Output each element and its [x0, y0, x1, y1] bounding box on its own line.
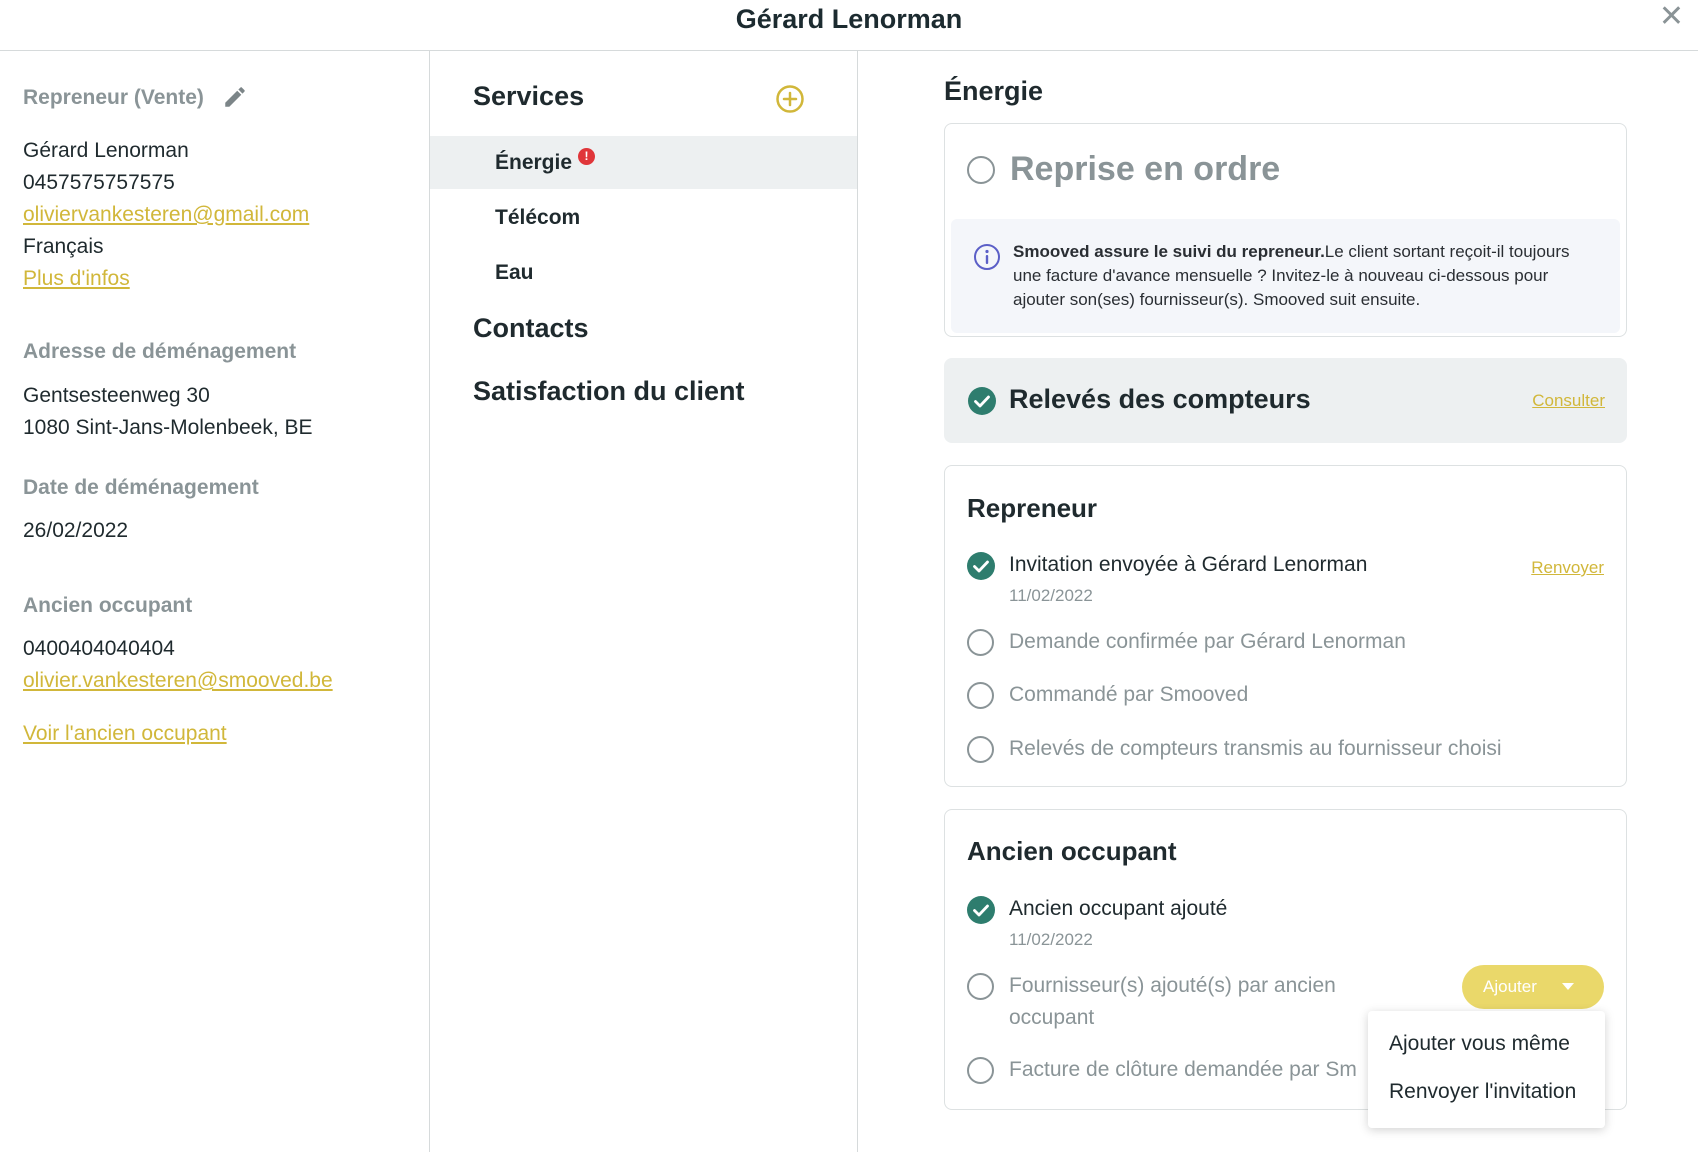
column-divider [857, 51, 858, 1152]
pending-circle-icon [967, 736, 994, 763]
releves-title: Relevés des compteurs [1009, 384, 1311, 414]
pencil-icon[interactable] [222, 84, 248, 115]
menu-item-resend-invitation[interactable]: Renvoyer l'invitation [1389, 1080, 1576, 1104]
alert-icon: ! [578, 148, 596, 165]
move-date-label: Date de déménagement [23, 476, 259, 499]
step-label: Commandé par Smooved [1009, 683, 1249, 706]
pending-circle-icon [967, 1057, 994, 1084]
reprise-card: Reprise en ordre Smooved assure le suivi… [944, 123, 1627, 337]
nav-item-label: Énergie [495, 151, 573, 174]
check-circle-icon [967, 896, 995, 930]
pending-circle-icon [967, 973, 994, 1000]
view-previous-occupant-link[interactable]: Voir l'ancien occupant [23, 718, 227, 750]
address-line1: Gentsesteenweg 30 [23, 384, 210, 407]
step-label: Relevés de compteurs transmis au fournis… [1009, 737, 1502, 760]
check-circle-icon [967, 552, 995, 586]
step-occupant-added: Ancien occupant ajouté 11/02/2022 [967, 896, 1367, 949]
info-bold: Smooved assure le suivi du repreneur. [1013, 242, 1325, 261]
step-label: Ancien occupant ajouté [1009, 897, 1228, 920]
add-dropdown-menu: Ajouter vous même Renvoyer l'invitation [1368, 1011, 1605, 1128]
repreneur-name: Gérard Lenorman [23, 139, 189, 162]
repreneur-card-title: Repreneur [967, 493, 1098, 523]
repreneur-email-link[interactable]: oliviervankesteren@gmail.com [23, 199, 309, 231]
check-circle-icon [968, 387, 996, 420]
repreneur-card: Repreneur Invitation envoyée à Gérard Le… [944, 465, 1627, 787]
pending-circle-icon [967, 629, 994, 656]
section-title: Énergie [944, 76, 1044, 106]
info-message: Smooved assure le suivi du repreneur.Le … [1013, 240, 1593, 312]
menu-item-add-yourself[interactable]: Ajouter vous même [1389, 1032, 1570, 1056]
info-box: Smooved assure le suivi du repreneur.Le … [951, 219, 1620, 333]
reprise-title: Reprise en ordre [1010, 150, 1281, 188]
nav-item-energie[interactable]: Énergie! [430, 136, 857, 189]
step-date: 11/02/2022 [1009, 586, 1093, 605]
previous-occupant-label: Ancien occupant [23, 594, 193, 617]
releves-card: Relevés des compteurs Consulter [944, 358, 1627, 443]
step-label: Fournisseur(s) ajouté(s) par ancien [1009, 974, 1336, 997]
step-label: Facture de clôture demandée par Sm [1009, 1058, 1357, 1081]
services-title: Services [473, 81, 585, 111]
repreneur-header: Repreneur (Vente) [23, 84, 248, 115]
repreneur-phone: 0457575757575 [23, 171, 175, 194]
move-date-value: 26/02/2022 [23, 519, 129, 542]
add-service-icon[interactable] [775, 84, 805, 119]
step-date: 11/02/2022 [1009, 930, 1093, 949]
consult-link[interactable]: Consulter [1532, 391, 1605, 411]
address-label: Adresse de déménagement [23, 340, 297, 363]
step-label-continued: occupant [1009, 1006, 1095, 1029]
pending-circle-icon [967, 682, 994, 709]
address-line2: 1080 Sint-Jans-Molenbeek, BE [23, 416, 313, 439]
repreneur-language: Français [23, 235, 104, 258]
nav-contacts[interactable]: Contacts [473, 313, 589, 344]
previous-occupant-card-title: Ancien occupant [967, 836, 1177, 866]
add-dropdown-button[interactable]: Ajouter [1462, 965, 1604, 1009]
resend-link[interactable]: Renvoyer [1531, 558, 1604, 578]
step-label: Demande confirmée par Gérard Lenorman [1009, 630, 1406, 653]
step-invitation-sent: Invitation envoyée à Gérard Lenorman 11/… [967, 552, 1607, 605]
modal-header: Gérard Lenorman ✕ [0, 0, 1698, 51]
previous-occupant-email-link[interactable]: olivier.vankesteren@smooved.be [23, 665, 333, 697]
previous-occupant-phone: 0400404040404 [23, 637, 175, 660]
caret-down-icon [1562, 983, 1574, 990]
add-button-label: Ajouter [1483, 977, 1537, 996]
step-closing-invoice: Facture de clôture demandée par Sm [967, 1057, 1387, 1087]
nav-item-telecom[interactable]: Télécom [430, 191, 857, 244]
close-icon[interactable]: ✕ [1659, 2, 1684, 32]
nav-satisfaction[interactable]: Satisfaction du client [473, 376, 745, 407]
more-info-link[interactable]: Plus d'infos [23, 263, 309, 295]
repreneur-label: Repreneur (Vente) [23, 86, 204, 109]
pending-circle-icon [967, 156, 995, 184]
modal-title: Gérard Lenorman [735, 4, 963, 34]
info-icon [973, 243, 1001, 276]
step-label: Invitation envoyée à Gérard Lenorman [1009, 553, 1368, 576]
nav-item-eau[interactable]: Eau [430, 246, 857, 299]
